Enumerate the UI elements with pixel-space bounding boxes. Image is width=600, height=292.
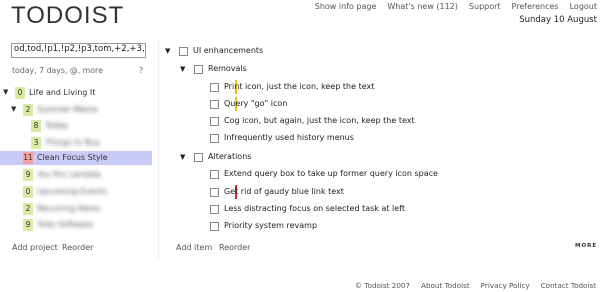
reorder-projects-button[interactable]: Reorder: [62, 243, 93, 252]
help-link[interactable]: ?: [139, 66, 143, 75]
more-button[interactable]: MORE: [575, 243, 597, 249]
task-checkbox[interactable]: [194, 153, 203, 162]
preferences-link[interactable]: Preferences: [512, 2, 559, 11]
app-logo[interactable]: TODOIST: [11, 2, 124, 30]
task-text: Less distracting focus on selected task …: [224, 204, 405, 213]
current-date: Sunday 10 August: [519, 15, 597, 25]
project-item[interactable]: 11 Clean Focus Style: [0, 151, 152, 165]
task-text: Extend query box to take up former query…: [224, 169, 438, 178]
project-count-badge: 9: [23, 219, 33, 231]
project-item[interactable]: 2 Recurring Items: [0, 202, 152, 216]
task-checkbox[interactable]: [210, 170, 219, 179]
whats-new-link[interactable]: What's new (112): [387, 2, 458, 11]
task-text: Cog icon, but again, just the icon, keep…: [224, 116, 415, 125]
task-text: Get rid of gaudy blue link text: [224, 187, 344, 196]
contact-link[interactable]: Contact Todoist: [541, 281, 596, 290]
project-label: Recurring Items: [37, 204, 101, 213]
task-checkbox[interactable]: [210, 117, 219, 126]
project-count-badge: 3: [31, 137, 41, 149]
task-checkbox[interactable]: [179, 47, 188, 56]
show-info-link[interactable]: Show info page: [315, 2, 377, 11]
support-link[interactable]: Support: [469, 2, 501, 11]
top-nav: Show info page What's new (112) Support …: [315, 2, 597, 11]
query-shortcuts[interactable]: today, 7 days, @, more: [12, 66, 103, 75]
task-text: Infrequently used history menus: [224, 133, 354, 142]
project-item[interactable]: 9 Todo Software: [0, 218, 152, 232]
collapse-triangle-icon[interactable]: ▼: [180, 153, 185, 161]
task-text: UI enhancements: [193, 46, 264, 55]
about-link[interactable]: About Todoist: [421, 281, 470, 290]
project-count-badge: 0: [15, 87, 25, 99]
task-checkbox[interactable]: [210, 134, 219, 143]
task-checkbox[interactable]: [210, 100, 219, 109]
privacy-link[interactable]: Privacy Policy: [481, 281, 530, 290]
task-text: Query "go" icon: [224, 99, 288, 108]
divider: [158, 40, 159, 260]
task-text: Print icon, just the icon, keep the text: [224, 82, 375, 91]
task-text: Removals: [208, 64, 247, 73]
project-item[interactable]: 8 Today: [0, 119, 152, 133]
add-item-button[interactable]: Add item: [176, 243, 212, 252]
project-label: Todo Software: [37, 220, 94, 229]
project-count-badge: 2: [23, 203, 33, 215]
project-label: You Pro Lambda: [37, 170, 101, 179]
collapse-triangle-icon[interactable]: ▼: [180, 65, 185, 73]
query-input[interactable]: od,tod,!p1,!p2,!p3,tom,+2,+3,+4,+: [11, 43, 146, 58]
task-checkbox[interactable]: [210, 222, 219, 231]
project-item[interactable]: 9 You Pro Lambda: [0, 168, 152, 182]
project-label: Things to Buy: [45, 138, 100, 147]
project-item[interactable]: 3 Things to Buy: [0, 136, 152, 150]
project-count-badge: 11: [23, 152, 33, 164]
task-checkbox[interactable]: [194, 65, 203, 74]
footer: © Todoist 2007 About Todoist Privacy Pol…: [355, 281, 596, 290]
add-project-button[interactable]: Add project: [12, 243, 58, 252]
project-count-badge: 0: [23, 186, 33, 198]
project-count-badge: 2: [23, 104, 33, 116]
task-checkbox[interactable]: [210, 83, 219, 92]
project-count-badge: 8: [31, 120, 41, 132]
task-text: Alterations: [208, 152, 252, 161]
project-label: Today: [45, 121, 69, 130]
collapse-triangle-icon[interactable]: ▼: [11, 105, 16, 113]
task-text: Priority system revamp: [224, 221, 318, 230]
project-label: Life and Living It: [29, 88, 96, 97]
task-checkbox[interactable]: [210, 205, 219, 214]
collapse-triangle-icon[interactable]: ▼: [3, 88, 8, 96]
collapse-triangle-icon[interactable]: ▼: [165, 47, 170, 55]
project-item[interactable]: ▼ 2 Summer Mania: [0, 103, 152, 117]
project-count-badge: 9: [23, 169, 33, 181]
project-item[interactable]: 0 Upcoming Events: [0, 185, 152, 199]
project-item[interactable]: ▼ 0 Life and Living It: [0, 86, 152, 100]
copyright: © Todoist 2007: [354, 281, 411, 290]
project-label: Upcoming Events: [37, 187, 108, 196]
logout-link[interactable]: Logout: [570, 2, 597, 11]
reorder-items-button[interactable]: Reorder: [219, 243, 250, 252]
project-label: Summer Mania: [37, 105, 98, 114]
task-checkbox[interactable]: [210, 188, 219, 197]
project-label: Clean Focus Style: [37, 153, 108, 162]
